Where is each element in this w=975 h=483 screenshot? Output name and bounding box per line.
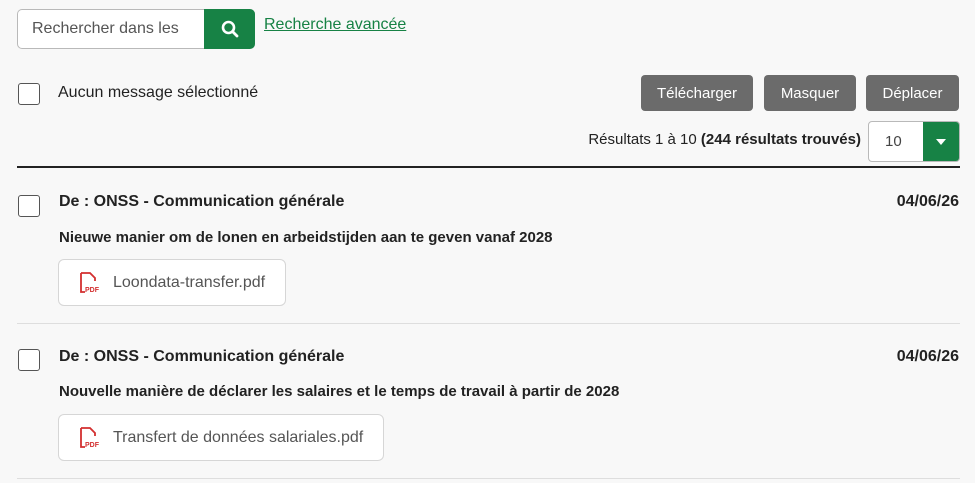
select-all-checkbox[interactable] bbox=[18, 83, 40, 105]
message-sender[interactable]: De : ONSS - Communication générale bbox=[59, 193, 344, 211]
pdf-icon: PDF bbox=[75, 426, 99, 450]
attachment-link[interactable]: PDF Loondata-transfer.pdf bbox=[58, 259, 287, 306]
page-size-value: 10 bbox=[885, 133, 902, 150]
move-button[interactable]: Déplacer bbox=[866, 75, 959, 111]
message-divider bbox=[17, 478, 960, 479]
message-subject[interactable]: Nieuwe manier om de lonen en arbeidstijd… bbox=[59, 229, 553, 246]
selection-status-label: Aucun message sélectionné bbox=[58, 84, 259, 101]
list-header-divider bbox=[17, 166, 960, 168]
message-checkbox[interactable] bbox=[18, 349, 40, 371]
message-subject[interactable]: Nouvelle manière de déclarer les salaire… bbox=[59, 383, 619, 400]
search-field[interactable] bbox=[17, 9, 205, 49]
svg-text:PDF: PDF bbox=[85, 287, 99, 294]
page-size-select[interactable]: 10 bbox=[868, 121, 960, 162]
message-date: 04/06/26 bbox=[896, 193, 959, 210]
results-summary: Résultats 1 à 10 (244 résultats trouvés) bbox=[588, 131, 861, 148]
advanced-search-link[interactable]: Recherche avancée bbox=[264, 16, 406, 34]
message-divider bbox=[17, 323, 960, 324]
hide-button[interactable]: Masquer bbox=[764, 75, 856, 111]
results-total: (244 résultats trouvés) bbox=[700, 131, 861, 148]
message-checkbox[interactable] bbox=[18, 195, 40, 217]
search-button[interactable] bbox=[204, 9, 255, 49]
message-sender[interactable]: De : ONSS - Communication générale bbox=[59, 348, 344, 366]
pdf-icon: PDF bbox=[75, 271, 99, 295]
attachment-filename: Loondata-transfer.pdf bbox=[113, 273, 266, 291]
download-button[interactable]: Télécharger bbox=[641, 75, 753, 111]
search-input[interactable] bbox=[18, 10, 205, 48]
attachment-link[interactable]: PDF Transfert de données salariales.pdf bbox=[58, 414, 385, 461]
attachment-filename: Transfert de données salariales.pdf bbox=[113, 428, 364, 446]
results-range: Résultats 1 à 10 bbox=[588, 131, 697, 148]
chevron-down-icon bbox=[923, 122, 959, 161]
svg-text:PDF: PDF bbox=[85, 442, 99, 449]
search-icon bbox=[221, 20, 239, 38]
message-date: 04/06/26 bbox=[896, 348, 959, 365]
